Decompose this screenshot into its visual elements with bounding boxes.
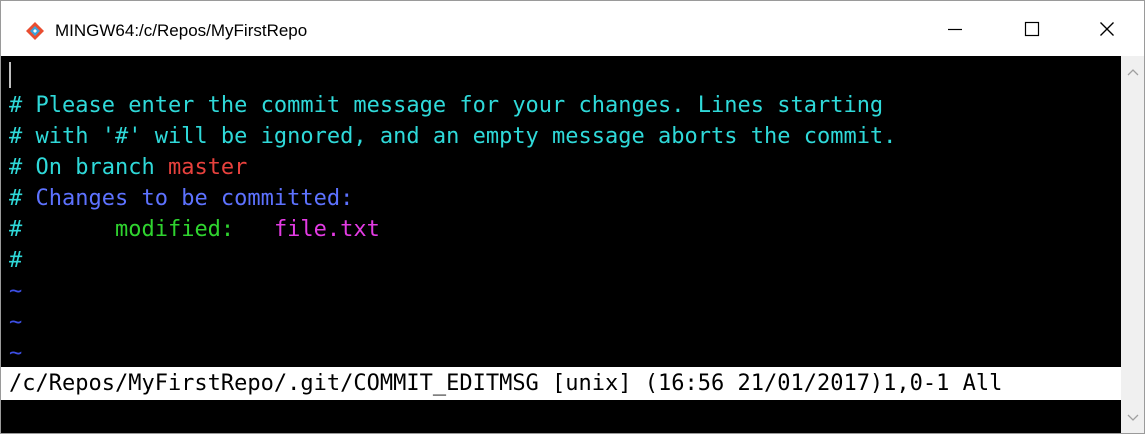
- terminal-line: # Please enter the commit message for yo…: [9, 90, 883, 121]
- text-cursor: [9, 62, 11, 88]
- terminal-text-segment: modified:: [114, 217, 235, 242]
- terminal-text-segment: #: [9, 248, 23, 273]
- maximize-icon: [1024, 21, 1040, 36]
- terminal-line: # with '#' will be ignored, and an empty…: [9, 121, 896, 152]
- scroll-up-button[interactable]: [1121, 60, 1144, 83]
- status-line-text: /c/Repos/MyFirstRepo/.git/COMMIT_EDITMSG…: [9, 371, 1003, 396]
- close-icon: [1100, 21, 1114, 36]
- close-button[interactable]: [1071, 1, 1143, 56]
- terminal-window: MINGW64:/c/Repos/MyFirstRepo # Please en…: [0, 0, 1145, 434]
- terminal-text-segment: #: [9, 217, 115, 242]
- terminal-text-segment: # On branch: [9, 155, 168, 180]
- vertical-scrollbar[interactable]: [1121, 56, 1144, 433]
- terminal-text-segment: ~: [9, 310, 23, 335]
- terminal-text-segment: ~: [9, 341, 23, 366]
- title-bar[interactable]: MINGW64:/c/Repos/MyFirstRepo: [1, 1, 1144, 56]
- terminal-line: # Changes to be committed:: [9, 183, 353, 214]
- minimize-icon: [948, 28, 962, 30]
- vim-status-line: /c/Repos/MyFirstRepo/.git/COMMIT_EDITMSG…: [1, 367, 1121, 400]
- tilde-line: ~: [9, 276, 22, 307]
- terminal-text-segment: # Please enter the commit message for yo…: [9, 93, 884, 118]
- terminal-area[interactable]: # Please enter the commit message for yo…: [1, 56, 1121, 433]
- terminal-text-segment: master: [167, 155, 248, 180]
- chevron-up-icon: [1127, 68, 1138, 75]
- terminal-line: # On branch master: [9, 152, 247, 183]
- minimize-button[interactable]: [919, 1, 991, 56]
- window-title: MINGW64:/c/Repos/MyFirstRepo: [55, 21, 308, 40]
- terminal-text-segment: Changes to be committed:: [35, 186, 354, 211]
- terminal-line: # modified: file.txt: [9, 214, 380, 245]
- terminal-text-segment: ~: [9, 279, 23, 304]
- tilde-line: ~: [9, 338, 22, 369]
- tilde-line: ~: [9, 307, 22, 338]
- git-bash-icon: [26, 22, 44, 40]
- chevron-down-icon: [1127, 414, 1138, 421]
- terminal-text-segment: # with '#' will be ignored, and an empty…: [9, 124, 897, 149]
- scroll-down-button[interactable]: [1121, 406, 1144, 429]
- maximize-button[interactable]: [996, 1, 1068, 56]
- terminal-line: #: [9, 245, 22, 276]
- terminal-text-segment: file.txt: [273, 217, 380, 242]
- terminal-text-segment: #: [9, 186, 36, 211]
